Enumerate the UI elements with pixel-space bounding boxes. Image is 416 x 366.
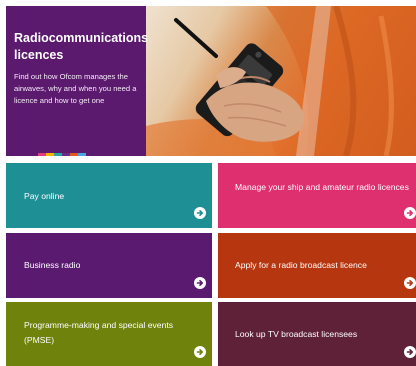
arrow-right-circle-icon[interactable] [404, 207, 416, 219]
arrow-right-circle-icon[interactable] [404, 346, 416, 358]
arrow-right-circle-icon[interactable] [194, 277, 206, 289]
tile-label: Look up TV broadcast licensees [235, 329, 358, 339]
color-strip-segment [62, 153, 70, 156]
tile-pay-online[interactable]: Pay online [6, 163, 212, 228]
brand-color-strip [38, 153, 86, 156]
hero-photo [146, 6, 416, 156]
walkie-talkie-photo-icon [146, 6, 416, 156]
tile-apply-radio-broadcast-licence[interactable]: Apply for a radio broadcast licence [218, 233, 416, 298]
color-strip-segment [46, 153, 54, 156]
color-strip-segment [38, 153, 46, 156]
color-strip-segment [54, 153, 62, 156]
hero-banner: Radiocommunications licences Find out ho… [6, 6, 416, 156]
arrow-right-circle-icon[interactable] [194, 207, 206, 219]
tile-label: Pay online [24, 191, 65, 201]
color-strip-segment [70, 153, 78, 156]
tile-business-radio[interactable]: Business radio [6, 233, 212, 298]
arrow-right-circle-icon[interactable] [194, 346, 206, 358]
tile-look-up-tv-broadcast-licensees[interactable]: Look up TV broadcast licensees [218, 302, 416, 366]
hero-title: Radiocommunications licences [14, 31, 149, 62]
tile-label: Apply for a radio broadcast licence [235, 260, 367, 270]
color-strip-segment [78, 153, 86, 156]
hero-text-panel: Radiocommunications licences Find out ho… [6, 6, 149, 156]
tile-manage-ship-amateur-radio[interactable]: Manage your ship and amateur radio licen… [218, 163, 416, 228]
hero-description: Find out how Ofcom manages the airwaves,… [14, 72, 137, 105]
arrow-right-circle-icon[interactable] [404, 277, 416, 289]
tile-label: Business radio [24, 260, 81, 270]
tile-label: Manage your ship and amateur radio licen… [235, 182, 409, 192]
tile-label: Programme-making and special events (PMS… [24, 320, 174, 345]
tile-pmse[interactable]: Programme-making and special events (PMS… [6, 302, 212, 366]
